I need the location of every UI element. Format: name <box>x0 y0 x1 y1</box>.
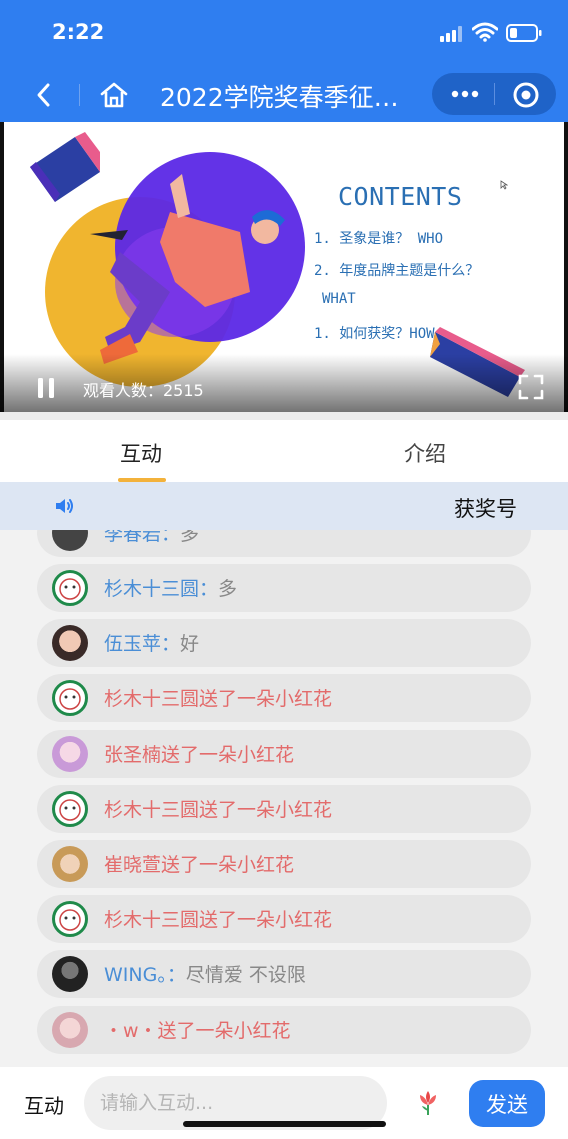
live-video-player[interactable]: CONTENTS 1. 圣象是谁？ WHO 2. 年度品牌主题是什么？ WHAT… <box>0 122 568 412</box>
signal-icon <box>440 26 462 42</box>
status-time: 2:22 <box>52 20 105 44</box>
announcement-text: 获奖号 <box>454 497 517 521</box>
slide-title: CONTENTS <box>338 182 463 211</box>
home-button[interactable] <box>92 73 136 117</box>
avatar <box>52 625 88 661</box>
message-text: 好 <box>180 633 200 655</box>
chat-message: 伍玉苹：好 <box>37 619 531 667</box>
avatar <box>52 680 88 716</box>
record-circle-icon[interactable] <box>512 81 540 109</box>
chat-message-gift: ・w・送了一朵小红花 <box>37 1006 531 1054</box>
fullscreen-icon[interactable] <box>518 374 544 400</box>
chat-message-gift: 杉木十三圆送了一朵小红花 <box>37 785 531 833</box>
chat-list[interactable]: 李春岩：多 杉木十三圆：多 伍玉苹：好 杉木十三圆送了一朵小红花 张圣楠送了一朵… <box>0 530 568 1067</box>
avatar <box>52 530 88 551</box>
wifi-icon <box>472 22 498 42</box>
battery-icon <box>506 24 542 42</box>
page-title: 2022学院奖春季征集... <box>160 83 420 112</box>
slide-item: 2. 年度品牌主题是什么？ <box>314 263 480 279</box>
sender-name: 李春岩 <box>104 530 162 545</box>
message-text: 尽情爱 不设限 <box>185 964 306 986</box>
chat-message: WING。：尽情爱 不设限 <box>37 950 531 998</box>
nav-divider <box>79 84 80 106</box>
home-indicator <box>183 1121 386 1127</box>
sender-name: WING。 <box>104 964 167 986</box>
avatar <box>52 791 88 827</box>
avatar <box>52 846 88 882</box>
home-icon <box>100 82 128 108</box>
mini-program-capsule <box>432 73 556 115</box>
chat-message: 李春岩：多 <box>37 530 531 557</box>
gift-text: 崔晓萱送了一朵小红花 <box>104 854 295 876</box>
sender-name: 杉木十三圆 <box>104 578 200 600</box>
chat-message-gift: 崔晓萱送了一朵小红花 <box>37 840 531 888</box>
chat-message-gift: 张圣楠送了一朵小红花 <box>37 730 531 778</box>
back-chevron-icon <box>37 83 50 107</box>
chat-message: 杉木十三圆：多 <box>37 564 531 612</box>
avatar <box>52 1012 88 1048</box>
gift-text: 杉木十三圆送了一朵小红花 <box>104 799 333 821</box>
input-bar: 互动 发送 <box>0 1067 568 1139</box>
send-button[interactable]: 发送 <box>469 1080 545 1127</box>
chat-message-gift: 杉木十三圆送了一朵小红花 <box>37 895 531 943</box>
speaker-icon <box>56 499 73 513</box>
capsule-divider <box>494 83 495 105</box>
avatar <box>52 570 88 606</box>
cursor-icon <box>500 180 508 190</box>
back-button[interactable] <box>22 73 66 117</box>
message-text: 多 <box>218 578 238 600</box>
announcement-bar[interactable]: 获奖号 <box>0 482 568 530</box>
gift-text: ・w・送了一朵小红花 <box>104 1020 291 1042</box>
slide-item: 1. 如何获奖？HOW <box>314 326 435 342</box>
gift-text: 杉木十三圆送了一朵小红花 <box>104 909 333 931</box>
tab-bar: 互动 介绍 <box>0 412 568 482</box>
pause-icon[interactable] <box>36 377 56 399</box>
top-bar: 2:22 2022学院奖春季征集... <box>0 0 568 122</box>
red-flower-icon[interactable] <box>414 1087 442 1117</box>
gift-text: 杉木十三圆送了一朵小红花 <box>104 688 333 710</box>
sender-name: 伍玉苹 <box>104 633 162 655</box>
tab-intro[interactable]: 介绍 <box>404 438 446 468</box>
avatar <box>52 736 88 772</box>
tab-interact[interactable]: 互动 <box>120 438 162 468</box>
more-dots-icon[interactable] <box>450 87 480 101</box>
slide-item: 1. 圣象是谁？ WHO <box>314 231 444 247</box>
avatar <box>52 956 88 992</box>
slide-item: WHAT <box>322 291 356 307</box>
gift-text: 张圣楠送了一朵小红花 <box>104 744 295 766</box>
message-text: 多 <box>180 530 200 545</box>
interact-label: 互动 <box>24 1094 64 1118</box>
avatar <box>52 901 88 937</box>
chat-message-gift: 杉木十三圆送了一朵小红花 <box>37 674 531 722</box>
viewer-count: 观看人数：2515 <box>83 381 204 400</box>
